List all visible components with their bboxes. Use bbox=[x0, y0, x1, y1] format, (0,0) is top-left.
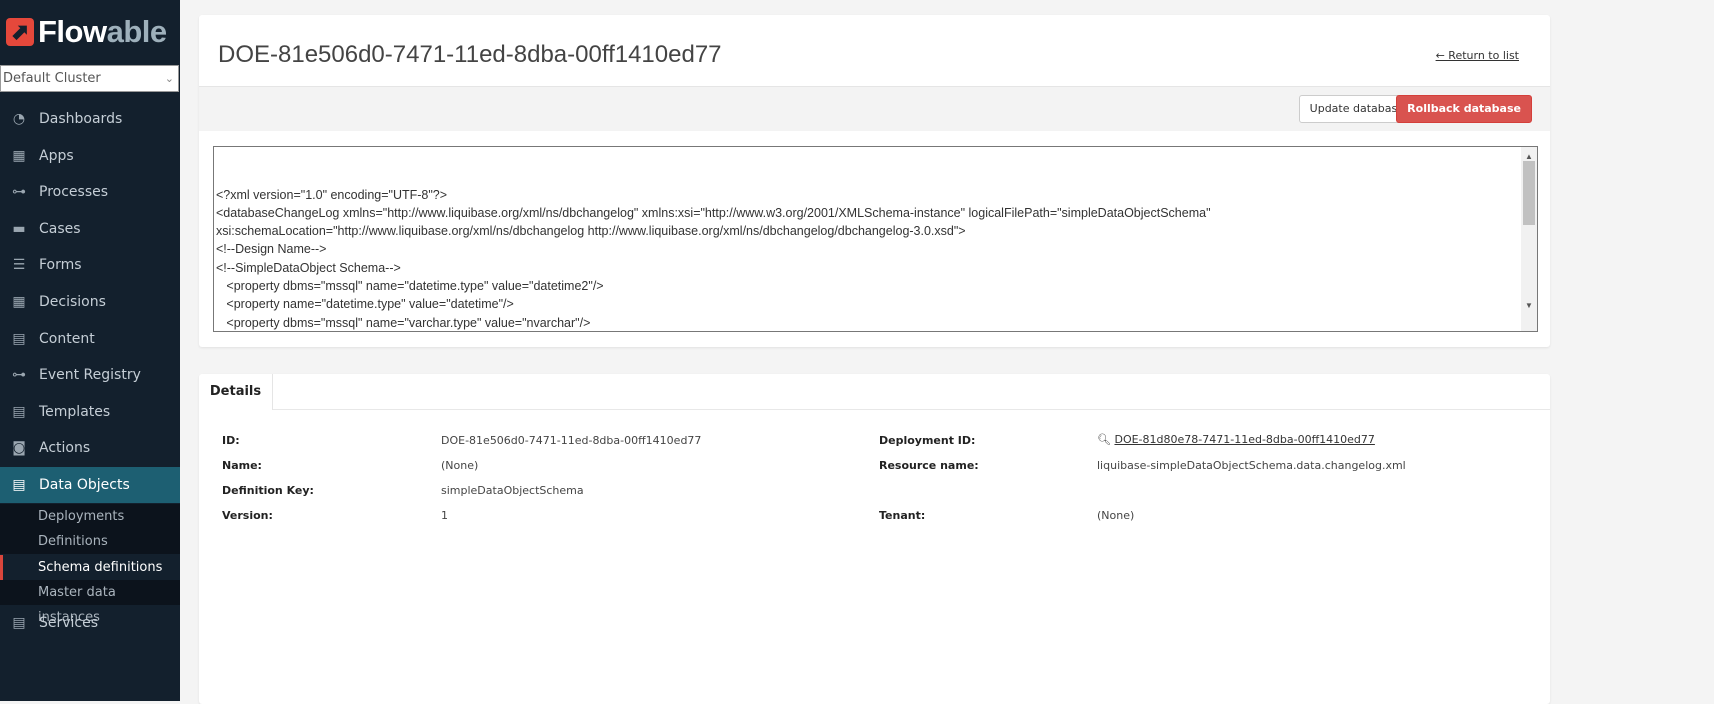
sidebar-item-cases[interactable]: ▬Cases bbox=[0, 211, 180, 247]
return-to-list-link[interactable]: ← Return to list bbox=[1436, 49, 1519, 62]
scroll-thumb[interactable] bbox=[1523, 161, 1535, 225]
robot-icon: ◙ bbox=[9, 440, 29, 456]
sidebar-item-data-objects[interactable]: ▤Data Objects bbox=[0, 467, 180, 503]
name-label: Name: bbox=[222, 459, 262, 472]
divider bbox=[273, 409, 1550, 410]
flowable-logo[interactable]: ⬈Flowable bbox=[6, 14, 167, 50]
cluster-select[interactable]: Default Cluster⌄ bbox=[0, 65, 179, 92]
tenant-value: (None) bbox=[1097, 509, 1134, 522]
event-icon: ⊶ bbox=[9, 367, 29, 383]
table-icon: ▦ bbox=[9, 294, 29, 310]
tenant-label: Tenant: bbox=[879, 509, 925, 522]
scrollbar[interactable]: ▲▼ bbox=[1521, 147, 1537, 331]
xml-line: <property dbms="mssql" name="datetime.ty… bbox=[216, 277, 1537, 295]
code-file-icon: ▤ bbox=[9, 477, 29, 493]
sidebar-item-forms[interactable]: ☰Forms bbox=[0, 247, 180, 283]
details-card: Details ID: DOE-81e506d0-7471-11ed-8dba-… bbox=[199, 374, 1550, 704]
sidebar-subitem-schema-definitions[interactable]: Schema definitions bbox=[0, 555, 180, 580]
process-icon: ⊶ bbox=[9, 184, 29, 200]
rollback-database-button[interactable]: Rollback database bbox=[1396, 95, 1532, 123]
schema-card: DOE-81e506d0-7471-11ed-8dba-00ff1410ed77… bbox=[199, 15, 1550, 347]
pie-chart-icon: ◔ bbox=[9, 111, 29, 127]
sidebar-item-apps[interactable]: ▦Apps bbox=[0, 138, 180, 174]
sidebar-subitem-deployments[interactable]: Deployments bbox=[0, 504, 180, 529]
sidebar-item-event-registry[interactable]: ⊶Event Registry bbox=[0, 357, 180, 393]
chevron-down-icon: ⌄ bbox=[165, 66, 174, 91]
toolbar: Update database Rollback database bbox=[199, 86, 1550, 131]
logo-arrow-icon: ⬈ bbox=[6, 18, 34, 46]
sidebar: ⬈Flowable Default Cluster⌄ ◔Dashboards▦A… bbox=[0, 0, 180, 701]
form-icon: ☰ bbox=[9, 257, 29, 273]
deployment-id-link[interactable]: 🔍︎ DOE-81d80e78-7471-11ed-8dba-00ff1410e… bbox=[1097, 433, 1375, 446]
definition-key-value: simpleDataObjectSchema bbox=[441, 484, 584, 497]
xml-line: <!--Design Name--> bbox=[216, 240, 1537, 258]
id-value: DOE-81e506d0-7471-11ed-8dba-00ff1410ed77 bbox=[441, 434, 701, 447]
sidebar-item-actions[interactable]: ◙Actions bbox=[0, 430, 180, 466]
tab-details[interactable]: Details bbox=[199, 374, 273, 410]
page-title: DOE-81e506d0-7471-11ed-8dba-00ff1410ed77 bbox=[218, 41, 722, 69]
version-value: 1 bbox=[441, 509, 448, 522]
version-label: Version: bbox=[222, 509, 273, 522]
id-label: ID: bbox=[222, 434, 240, 447]
sidebar-subitem-master-data-instances[interactable]: Master data instances bbox=[0, 580, 180, 605]
sidebar-subitem-definitions[interactable]: Definitions bbox=[0, 529, 180, 554]
resource-name-label: Resource name: bbox=[879, 459, 979, 472]
xml-line: <property dbms="mssql" name="varchar.typ… bbox=[216, 314, 1537, 332]
xml-line: xsi:schemaLocation="http://www.liquibase… bbox=[216, 222, 1537, 240]
scroll-down-icon[interactable]: ▼ bbox=[1525, 297, 1533, 315]
xml-line: <property name="datetime.type" value="da… bbox=[216, 295, 1537, 313]
briefcase-icon: ▬ bbox=[9, 221, 29, 237]
code-file-icon: ▤ bbox=[9, 615, 29, 631]
magnifier-icon: 🔍︎ bbox=[1097, 433, 1111, 446]
name-value: (None) bbox=[441, 459, 478, 472]
xml-line: <databaseChangeLog xmlns="http://www.liq… bbox=[216, 204, 1537, 222]
sidebar-item-services[interactable]: ▤Services bbox=[0, 605, 180, 641]
xml-textarea[interactable]: <?xml version="1.0" encoding="UTF-8"?><d… bbox=[213, 146, 1538, 332]
sidebar-item-templates[interactable]: ▤Templates bbox=[0, 394, 180, 430]
template-icon: ▤ bbox=[9, 404, 29, 420]
definition-key-label: Definition Key: bbox=[222, 484, 314, 497]
xml-line: <!--SimpleDataObject Schema--> bbox=[216, 259, 1537, 277]
sidebar-item-processes[interactable]: ⊶Processes bbox=[0, 174, 180, 210]
boxes-icon: ▦ bbox=[9, 148, 29, 164]
file-icon: ▤ bbox=[9, 331, 29, 347]
resource-name-value: liquibase-simpleDataObjectSchema.data.ch… bbox=[1097, 459, 1406, 472]
deployment-id-label: Deployment ID: bbox=[879, 434, 975, 447]
xml-line: <?xml version="1.0" encoding="UTF-8"?> bbox=[216, 186, 1537, 204]
sidebar-item-decisions[interactable]: ▦Decisions bbox=[0, 284, 180, 320]
sidebar-item-content[interactable]: ▤Content bbox=[0, 321, 180, 357]
sidebar-item-dashboards[interactable]: ◔Dashboards bbox=[0, 101, 180, 137]
